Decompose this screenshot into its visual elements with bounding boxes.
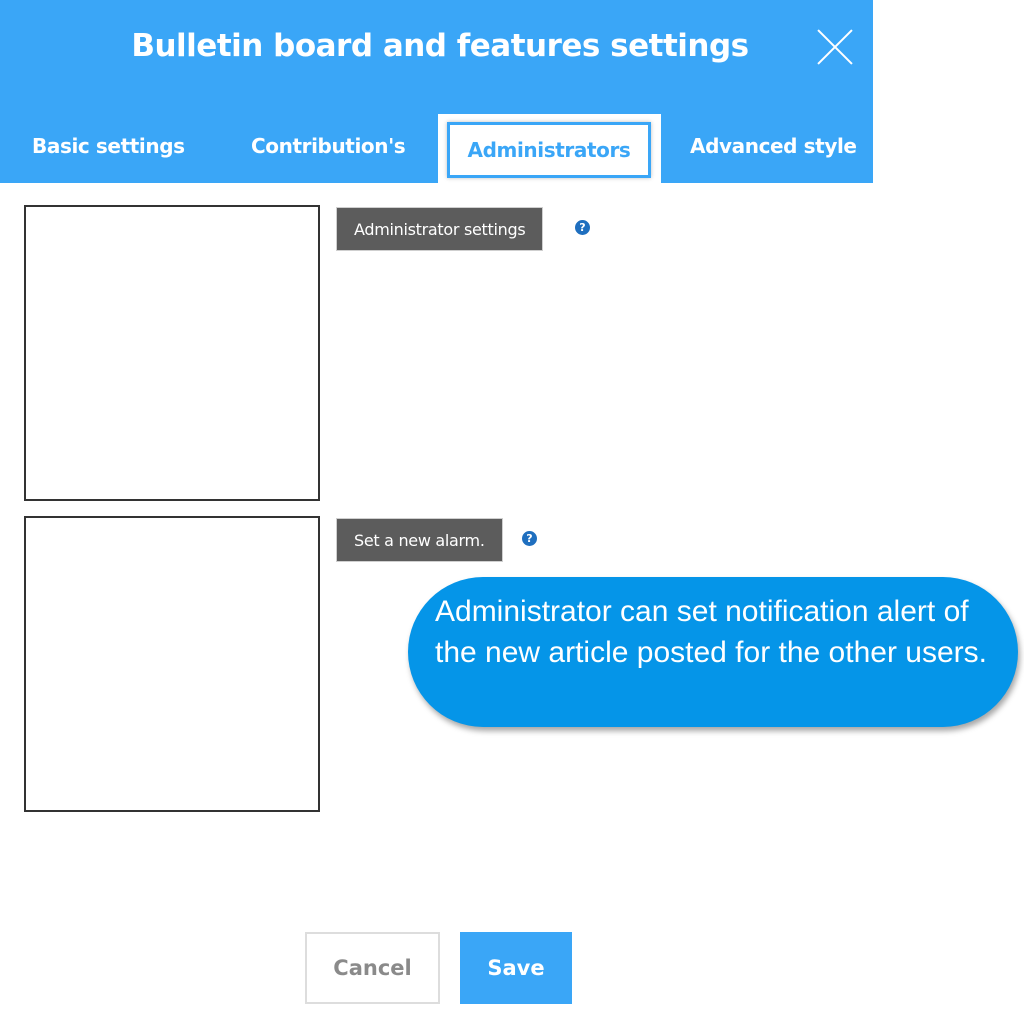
close-icon[interactable]	[815, 27, 855, 67]
tab-advanced-style[interactable]: Advanced style	[690, 134, 857, 158]
set-new-alarm-label[interactable]: Set a new alarm.	[336, 518, 503, 562]
callout-bubble: Administrator can set notification alert…	[408, 577, 1018, 727]
cancel-button[interactable]: Cancel	[305, 932, 440, 1004]
tab-basic-settings[interactable]: Basic settings	[32, 134, 185, 158]
tab-administrators[interactable]: Administrators	[447, 122, 651, 178]
callout-text: Administrator can set notification alert…	[435, 595, 987, 669]
dialog-header: Bulletin board and features settings Bas…	[0, 0, 873, 183]
save-button[interactable]: Save	[460, 932, 572, 1004]
administrator-settings-preview	[24, 205, 320, 501]
help-icon[interactable]: ?	[575, 220, 590, 235]
tab-contributions[interactable]: Contribution's	[251, 134, 406, 158]
help-icon[interactable]: ?	[522, 531, 537, 546]
administrator-settings-label[interactable]: Administrator settings	[336, 207, 544, 251]
alarm-settings-preview	[24, 516, 320, 812]
dialog-title: Bulletin board and features settings	[131, 28, 749, 64]
